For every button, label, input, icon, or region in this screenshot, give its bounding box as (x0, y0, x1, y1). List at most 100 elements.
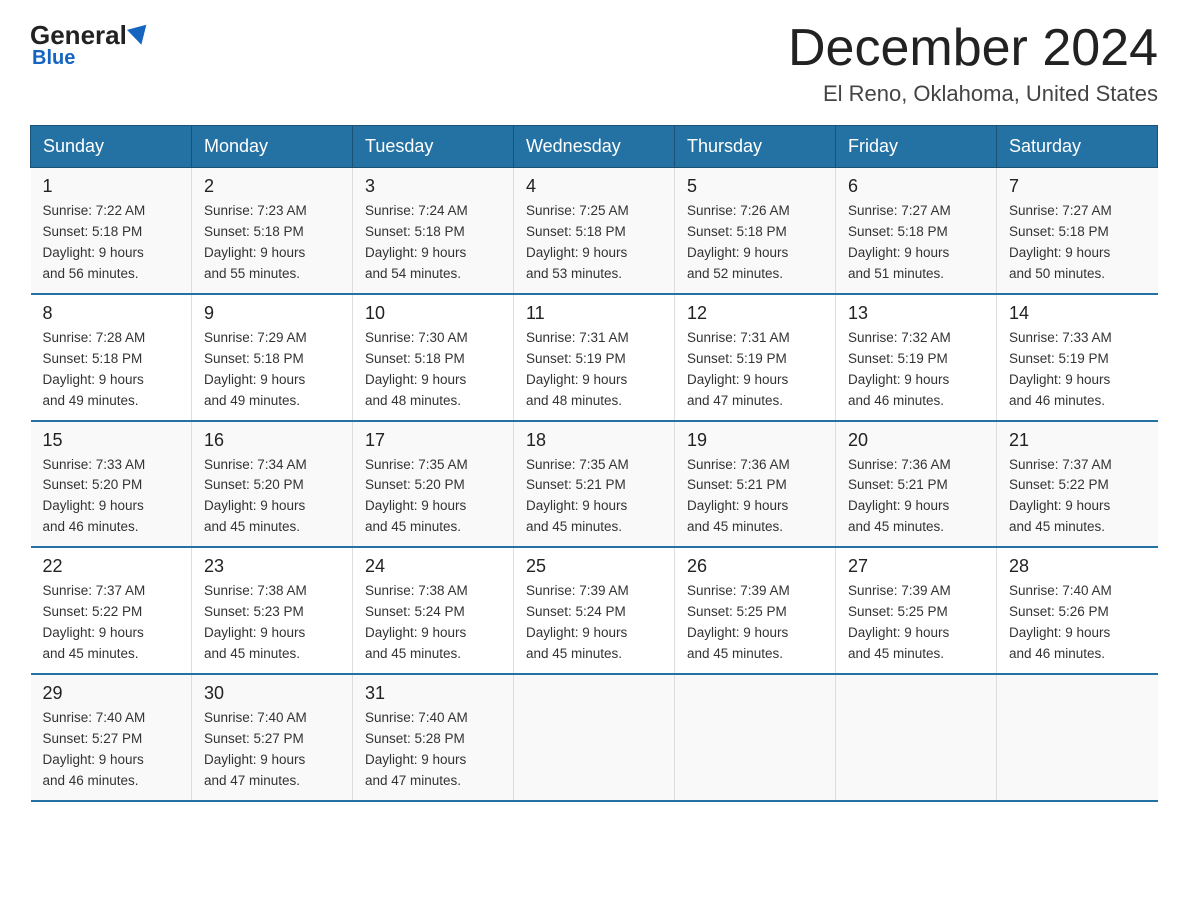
calendar-cell: 27 Sunrise: 7:39 AM Sunset: 5:25 PM Dayl… (836, 547, 997, 674)
day-info: Sunrise: 7:39 AM Sunset: 5:25 PM Dayligh… (687, 581, 823, 665)
calendar-cell: 23 Sunrise: 7:38 AM Sunset: 5:23 PM Dayl… (192, 547, 353, 674)
header-friday: Friday (836, 126, 997, 168)
header-wednesday: Wednesday (514, 126, 675, 168)
day-number: 6 (848, 176, 984, 197)
day-number: 26 (687, 556, 823, 577)
day-info: Sunrise: 7:24 AM Sunset: 5:18 PM Dayligh… (365, 201, 501, 285)
day-number: 14 (1009, 303, 1146, 324)
calendar-cell: 4 Sunrise: 7:25 AM Sunset: 5:18 PM Dayli… (514, 168, 675, 294)
day-info: Sunrise: 7:27 AM Sunset: 5:18 PM Dayligh… (848, 201, 984, 285)
day-info: Sunrise: 7:29 AM Sunset: 5:18 PM Dayligh… (204, 328, 340, 412)
day-number: 2 (204, 176, 340, 197)
day-info: Sunrise: 7:38 AM Sunset: 5:23 PM Dayligh… (204, 581, 340, 665)
day-number: 27 (848, 556, 984, 577)
day-number: 4 (526, 176, 662, 197)
calendar-cell: 7 Sunrise: 7:27 AM Sunset: 5:18 PM Dayli… (997, 168, 1158, 294)
day-number: 19 (687, 430, 823, 451)
calendar-cell: 12 Sunrise: 7:31 AM Sunset: 5:19 PM Dayl… (675, 294, 836, 421)
day-info: Sunrise: 7:40 AM Sunset: 5:27 PM Dayligh… (43, 708, 180, 792)
day-number: 31 (365, 683, 501, 704)
calendar-week-4: 22 Sunrise: 7:37 AM Sunset: 5:22 PM Dayl… (31, 547, 1158, 674)
day-number: 13 (848, 303, 984, 324)
day-info: Sunrise: 7:39 AM Sunset: 5:24 PM Dayligh… (526, 581, 662, 665)
day-info: Sunrise: 7:33 AM Sunset: 5:19 PM Dayligh… (1009, 328, 1146, 412)
day-number: 28 (1009, 556, 1146, 577)
calendar-cell: 28 Sunrise: 7:40 AM Sunset: 5:26 PM Dayl… (997, 547, 1158, 674)
day-info: Sunrise: 7:39 AM Sunset: 5:25 PM Dayligh… (848, 581, 984, 665)
calendar-cell: 14 Sunrise: 7:33 AM Sunset: 5:19 PM Dayl… (997, 294, 1158, 421)
calendar-cell: 15 Sunrise: 7:33 AM Sunset: 5:20 PM Dayl… (31, 421, 192, 548)
day-info: Sunrise: 7:31 AM Sunset: 5:19 PM Dayligh… (526, 328, 662, 412)
calendar-week-3: 15 Sunrise: 7:33 AM Sunset: 5:20 PM Dayl… (31, 421, 1158, 548)
calendar-cell: 2 Sunrise: 7:23 AM Sunset: 5:18 PM Dayli… (192, 168, 353, 294)
day-number: 20 (848, 430, 984, 451)
calendar-cell: 19 Sunrise: 7:36 AM Sunset: 5:21 PM Dayl… (675, 421, 836, 548)
day-number: 15 (43, 430, 180, 451)
day-number: 24 (365, 556, 501, 577)
calendar-cell: 3 Sunrise: 7:24 AM Sunset: 5:18 PM Dayli… (353, 168, 514, 294)
calendar-table: SundayMondayTuesdayWednesdayThursdayFrid… (30, 125, 1158, 801)
calendar-cell (675, 674, 836, 801)
calendar-cell: 22 Sunrise: 7:37 AM Sunset: 5:22 PM Dayl… (31, 547, 192, 674)
day-info: Sunrise: 7:30 AM Sunset: 5:18 PM Dayligh… (365, 328, 501, 412)
day-info: Sunrise: 7:36 AM Sunset: 5:21 PM Dayligh… (848, 455, 984, 539)
day-number: 1 (43, 176, 180, 197)
header-saturday: Saturday (997, 126, 1158, 168)
day-number: 23 (204, 556, 340, 577)
calendar-cell (997, 674, 1158, 801)
day-number: 17 (365, 430, 501, 451)
title-block: December 2024 El Reno, Oklahoma, United … (788, 20, 1158, 107)
day-info: Sunrise: 7:34 AM Sunset: 5:20 PM Dayligh… (204, 455, 340, 539)
day-number: 29 (43, 683, 180, 704)
calendar-week-1: 1 Sunrise: 7:22 AM Sunset: 5:18 PM Dayli… (31, 168, 1158, 294)
day-number: 22 (43, 556, 180, 577)
day-info: Sunrise: 7:26 AM Sunset: 5:18 PM Dayligh… (687, 201, 823, 285)
day-number: 5 (687, 176, 823, 197)
day-number: 11 (526, 303, 662, 324)
calendar-cell (514, 674, 675, 801)
calendar-cell: 13 Sunrise: 7:32 AM Sunset: 5:19 PM Dayl… (836, 294, 997, 421)
day-info: Sunrise: 7:35 AM Sunset: 5:21 PM Dayligh… (526, 455, 662, 539)
calendar-cell: 11 Sunrise: 7:31 AM Sunset: 5:19 PM Dayl… (514, 294, 675, 421)
calendar-cell: 9 Sunrise: 7:29 AM Sunset: 5:18 PM Dayli… (192, 294, 353, 421)
calendar-cell: 10 Sunrise: 7:30 AM Sunset: 5:18 PM Dayl… (353, 294, 514, 421)
calendar-cell: 17 Sunrise: 7:35 AM Sunset: 5:20 PM Dayl… (353, 421, 514, 548)
day-number: 10 (365, 303, 501, 324)
day-number: 25 (526, 556, 662, 577)
logo-triangle-icon (127, 24, 151, 47)
day-info: Sunrise: 7:36 AM Sunset: 5:21 PM Dayligh… (687, 455, 823, 539)
logo-blue-text: Blue (32, 47, 75, 70)
page-header: General Blue December 2024 El Reno, Okla… (30, 20, 1158, 107)
calendar-cell: 25 Sunrise: 7:39 AM Sunset: 5:24 PM Dayl… (514, 547, 675, 674)
calendar-cell: 21 Sunrise: 7:37 AM Sunset: 5:22 PM Dayl… (997, 421, 1158, 548)
page-subtitle: El Reno, Oklahoma, United States (788, 81, 1158, 107)
day-number: 18 (526, 430, 662, 451)
calendar-cell: 29 Sunrise: 7:40 AM Sunset: 5:27 PM Dayl… (31, 674, 192, 801)
day-number: 21 (1009, 430, 1146, 451)
day-info: Sunrise: 7:40 AM Sunset: 5:28 PM Dayligh… (365, 708, 501, 792)
day-number: 16 (204, 430, 340, 451)
header-sunday: Sunday (31, 126, 192, 168)
calendar-cell: 6 Sunrise: 7:27 AM Sunset: 5:18 PM Dayli… (836, 168, 997, 294)
calendar-cell: 31 Sunrise: 7:40 AM Sunset: 5:28 PM Dayl… (353, 674, 514, 801)
calendar-cell: 30 Sunrise: 7:40 AM Sunset: 5:27 PM Dayl… (192, 674, 353, 801)
header-monday: Monday (192, 126, 353, 168)
calendar-header-row: SundayMondayTuesdayWednesdayThursdayFrid… (31, 126, 1158, 168)
day-number: 8 (43, 303, 180, 324)
day-number: 7 (1009, 176, 1146, 197)
day-info: Sunrise: 7:40 AM Sunset: 5:27 PM Dayligh… (204, 708, 340, 792)
calendar-cell: 8 Sunrise: 7:28 AM Sunset: 5:18 PM Dayli… (31, 294, 192, 421)
header-thursday: Thursday (675, 126, 836, 168)
day-number: 9 (204, 303, 340, 324)
calendar-cell: 26 Sunrise: 7:39 AM Sunset: 5:25 PM Dayl… (675, 547, 836, 674)
day-info: Sunrise: 7:33 AM Sunset: 5:20 PM Dayligh… (43, 455, 180, 539)
day-info: Sunrise: 7:23 AM Sunset: 5:18 PM Dayligh… (204, 201, 340, 285)
day-info: Sunrise: 7:40 AM Sunset: 5:26 PM Dayligh… (1009, 581, 1146, 665)
day-info: Sunrise: 7:38 AM Sunset: 5:24 PM Dayligh… (365, 581, 501, 665)
day-info: Sunrise: 7:35 AM Sunset: 5:20 PM Dayligh… (365, 455, 501, 539)
day-info: Sunrise: 7:27 AM Sunset: 5:18 PM Dayligh… (1009, 201, 1146, 285)
calendar-cell: 5 Sunrise: 7:26 AM Sunset: 5:18 PM Dayli… (675, 168, 836, 294)
header-tuesday: Tuesday (353, 126, 514, 168)
calendar-cell: 16 Sunrise: 7:34 AM Sunset: 5:20 PM Dayl… (192, 421, 353, 548)
day-info: Sunrise: 7:25 AM Sunset: 5:18 PM Dayligh… (526, 201, 662, 285)
